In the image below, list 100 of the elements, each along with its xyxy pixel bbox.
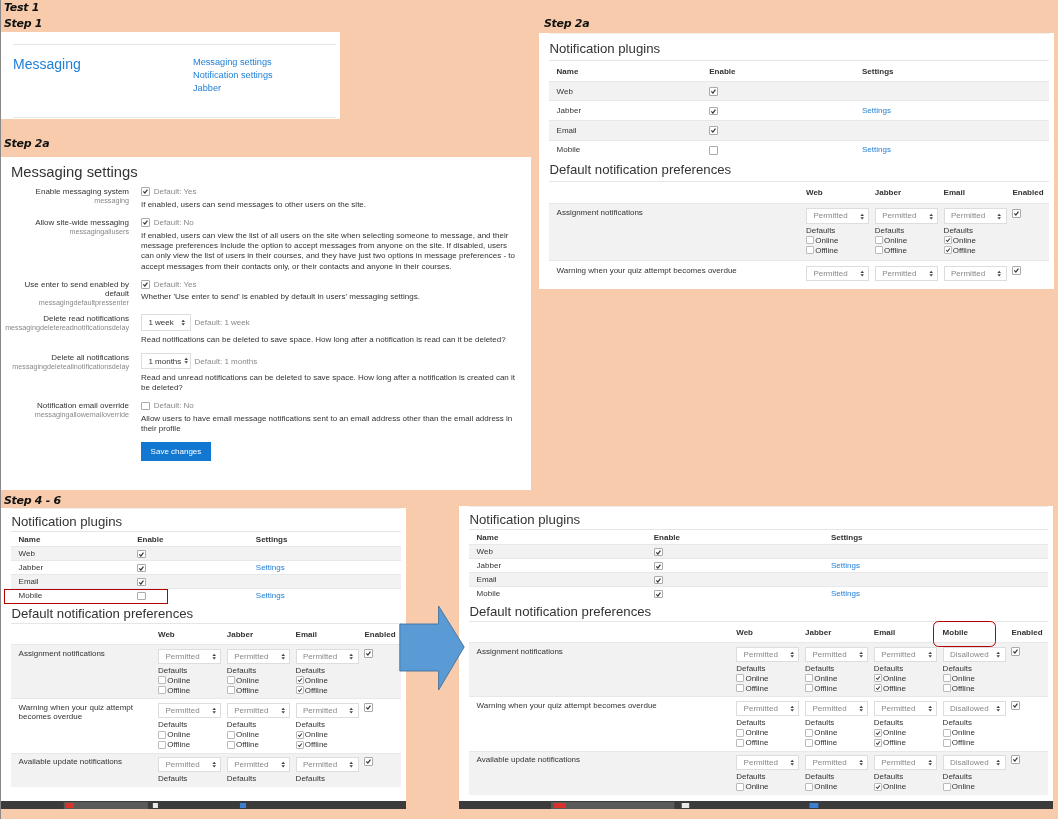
checkbox[interactable] (226, 676, 235, 685)
checkbox[interactable] (942, 674, 951, 683)
checkbox[interactable] (805, 674, 813, 683)
checkbox[interactable] (158, 730, 166, 739)
checkbox[interactable] (806, 246, 814, 255)
checkbox[interactable] (295, 740, 304, 749)
checkbox[interactable] (736, 728, 745, 737)
checkbox[interactable] (141, 218, 150, 227)
checkbox[interactable] (873, 728, 882, 737)
checkbox[interactable] (736, 684, 745, 693)
checkbox[interactable] (137, 591, 146, 601)
checkbox[interactable] (805, 684, 813, 693)
checkbox[interactable] (873, 738, 882, 747)
checkbox[interactable] (873, 674, 882, 683)
dropdown[interactable]: 1 months (141, 352, 191, 370)
settings-link[interactable]: Jabber (193, 82, 222, 95)
checkbox[interactable] (141, 187, 150, 197)
dropdown[interactable]: Permitted (873, 700, 937, 717)
settings-link[interactable]: Settings (255, 591, 285, 601)
dropdown[interactable]: Permitted (806, 208, 870, 224)
checkbox[interactable] (873, 684, 882, 693)
dropdown[interactable]: Permitted (943, 265, 1007, 282)
checkbox[interactable] (942, 738, 951, 747)
checkbox[interactable] (736, 674, 745, 683)
checkbox[interactable] (942, 782, 951, 791)
checkbox[interactable] (942, 684, 951, 693)
dropdown[interactable]: Permitted (805, 646, 869, 663)
checkbox[interactable] (141, 401, 150, 411)
checkbox[interactable] (158, 676, 166, 685)
dropdown[interactable]: Permitted (295, 756, 359, 773)
checkbox[interactable] (653, 589, 663, 599)
checkbox[interactable] (364, 649, 374, 658)
settings-link[interactable]: Messaging settings (193, 56, 272, 69)
settings-link[interactable]: Settings (831, 589, 860, 599)
dropdown[interactable]: Permitted (874, 265, 938, 282)
dropdown[interactable]: Disallowed (942, 754, 1006, 771)
checkbox[interactable] (141, 279, 150, 289)
checkbox[interactable] (1012, 266, 1022, 275)
checkbox[interactable] (736, 782, 745, 791)
dropdown[interactable]: 1 week (141, 314, 191, 332)
save-button[interactable]: Save changes (141, 442, 211, 461)
checkbox[interactable] (943, 236, 952, 245)
checkbox[interactable] (736, 738, 745, 747)
dropdown[interactable]: Permitted (158, 702, 222, 719)
dropdown[interactable]: Permitted (295, 702, 359, 719)
checkbox[interactable] (226, 740, 235, 749)
settings-link[interactable]: Settings (862, 106, 891, 116)
checkbox[interactable] (653, 547, 663, 557)
checkbox[interactable] (709, 86, 719, 96)
dropdown[interactable]: Permitted (874, 208, 938, 224)
settings-link[interactable]: Settings (862, 145, 891, 155)
dropdown[interactable]: Permitted (873, 754, 937, 771)
checkbox[interactable] (295, 730, 304, 739)
dropdown[interactable]: Permitted (158, 756, 222, 773)
checkbox[interactable] (226, 730, 235, 739)
checkbox[interactable] (874, 246, 883, 255)
dropdown[interactable]: Disallowed (942, 646, 1006, 663)
settings-link[interactable]: Settings (831, 561, 860, 571)
dropdown[interactable]: Permitted (943, 208, 1007, 224)
checkbox[interactable] (1011, 701, 1021, 710)
dropdown[interactable]: Permitted (805, 754, 869, 771)
checkbox[interactable] (805, 738, 813, 747)
checkbox[interactable] (226, 686, 235, 695)
checkbox[interactable] (158, 686, 166, 695)
checkbox[interactable] (653, 561, 663, 571)
checkbox[interactable] (806, 236, 814, 245)
checkbox[interactable] (942, 728, 951, 737)
checkbox[interactable] (873, 782, 882, 791)
dropdown[interactable]: Permitted (806, 265, 870, 282)
checkbox[interactable] (943, 246, 952, 255)
checkbox[interactable] (137, 563, 146, 573)
checkbox[interactable] (1011, 647, 1021, 656)
checkbox[interactable] (1012, 208, 1022, 218)
settings-link[interactable]: Settings (255, 563, 285, 573)
checkbox[interactable] (137, 577, 146, 587)
dropdown[interactable]: Permitted (736, 700, 800, 717)
checkbox[interactable] (364, 703, 374, 712)
checkbox[interactable] (158, 740, 166, 749)
checkbox[interactable] (709, 126, 719, 135)
checkbox[interactable] (653, 575, 663, 585)
checkbox[interactable] (295, 676, 304, 685)
checkbox[interactable] (137, 549, 146, 559)
dropdown[interactable]: Permitted (226, 702, 290, 719)
checkbox[interactable] (874, 236, 883, 245)
checkbox[interactable] (709, 145, 719, 155)
settings-link[interactable]: Notification settings (193, 69, 273, 82)
dropdown[interactable]: Permitted (158, 648, 222, 665)
dropdown[interactable]: Permitted (226, 648, 290, 665)
dropdown[interactable]: Disallowed (942, 700, 1006, 717)
dropdown[interactable]: Permitted (805, 700, 869, 717)
dropdown[interactable]: Permitted (226, 756, 290, 773)
checkbox[interactable] (364, 757, 374, 767)
checkbox[interactable] (1011, 755, 1021, 765)
checkbox[interactable] (805, 728, 813, 737)
dropdown[interactable]: Permitted (736, 754, 800, 771)
checkbox[interactable] (709, 106, 719, 116)
checkbox[interactable] (805, 782, 813, 791)
category-heading[interactable]: Messaging (13, 56, 193, 72)
dropdown[interactable]: Permitted (873, 646, 937, 663)
dropdown[interactable]: Permitted (736, 646, 800, 663)
